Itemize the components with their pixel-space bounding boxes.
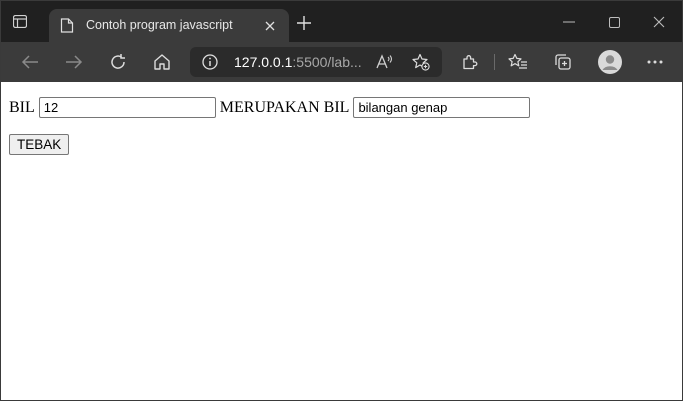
read-aloud-icon[interactable] [376, 54, 394, 70]
bil-input[interactable] [38, 97, 216, 118]
url-host: 127.0.0.1 [234, 54, 293, 70]
close-window-icon[interactable] [647, 10, 671, 34]
toolbar-separator [494, 54, 495, 70]
browser-window: Contoh program javascript 127.0.0.1:5500… [0, 0, 683, 401]
new-tab-icon[interactable] [297, 16, 311, 30]
profile-avatar-icon[interactable] [598, 50, 622, 74]
info-icon[interactable] [202, 54, 218, 70]
tab-active[interactable]: Contoh program javascript [49, 9, 289, 42]
tebak-button[interactable]: TEBAK [9, 134, 70, 155]
more-options-icon[interactable] [645, 52, 665, 72]
collections-icon[interactable] [553, 52, 573, 72]
tab-title: Contoh program javascript [86, 18, 233, 32]
close-tab-icon[interactable] [264, 19, 276, 31]
browser-toolbar: 127.0.0.1:5500/lab... [1, 42, 682, 82]
maximize-icon[interactable] [602, 10, 626, 34]
result-input[interactable] [353, 97, 531, 118]
refresh-icon[interactable] [108, 52, 128, 72]
url-text[interactable]: 127.0.0.1:5500/lab... [234, 54, 362, 70]
label-merupakan-bil: MERUPAKAN BIL [219, 98, 350, 116]
favorites-icon[interactable] [508, 52, 528, 72]
minimize-icon[interactable] [557, 10, 581, 34]
forward-icon[interactable] [64, 52, 84, 72]
extensions-icon[interactable] [460, 52, 480, 72]
url-path: :5500/lab... [292, 54, 362, 70]
label-bil: BIL [9, 98, 35, 116]
form-row: BIL MERUPAKAN BIL [9, 97, 531, 118]
add-favorite-icon[interactable] [412, 53, 430, 71]
home-icon[interactable] [152, 52, 172, 72]
tab-strip: Contoh program javascript [1, 1, 682, 42]
page-content: BIL MERUPAKAN BIL TEBAK [1, 82, 682, 400]
address-bar[interactable]: 127.0.0.1:5500/lab... [190, 47, 442, 77]
back-icon[interactable] [20, 52, 40, 72]
tab-actions-icon[interactable] [12, 14, 28, 29]
page-icon [60, 18, 74, 33]
